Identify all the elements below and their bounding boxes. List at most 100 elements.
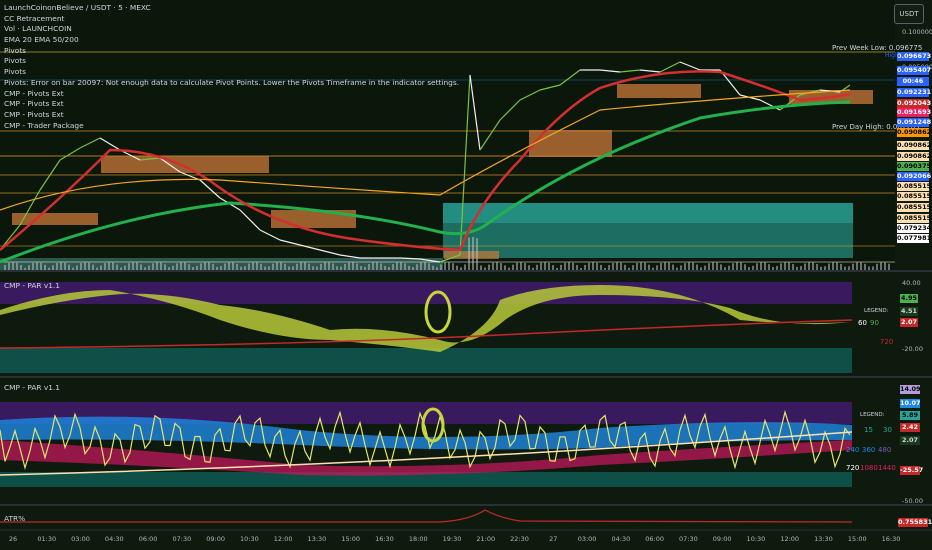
overlay-item[interactable]: CMP - Pivots Ext — [4, 99, 459, 110]
volume-bar — [456, 265, 458, 270]
volume-bar — [492, 262, 494, 270]
volume-bar — [720, 264, 722, 270]
volume-bar — [724, 267, 726, 270]
volume-bar — [488, 264, 490, 270]
volume-bar — [96, 267, 98, 270]
volume-bar — [476, 238, 478, 270]
time-tick: 07:30 — [679, 535, 698, 543]
volume-bar — [832, 262, 834, 270]
volume-bar — [204, 262, 206, 270]
volume-bar — [828, 263, 830, 270]
price-tag: 0.077981 — [897, 234, 932, 243]
overlay-item[interactable]: Pivots — [4, 56, 459, 67]
overlay-item[interactable]: Vol · LAUNCHCOIN — [4, 24, 459, 35]
overlay-error[interactable]: Pivots: Error on bar 20097: Not enough d… — [4, 78, 459, 89]
volume-bar — [604, 267, 606, 270]
volume-bar — [324, 262, 326, 270]
volume-bar — [516, 262, 518, 270]
volume-bar — [740, 262, 742, 270]
overlay-item[interactable]: CMP - Pivots Ext — [4, 110, 459, 121]
volume-bar — [404, 263, 406, 270]
overlay-item[interactable]: CMP - Pivots Ext — [4, 89, 459, 100]
volume-bar — [276, 262, 278, 270]
volume-bar — [120, 267, 122, 270]
volume-bar — [540, 262, 542, 270]
volume-bar — [700, 267, 702, 270]
volume-bar — [344, 263, 346, 270]
volume-bar — [180, 262, 182, 270]
overlay-item[interactable]: EMA 20 EMA 50/200 — [4, 35, 459, 46]
volume-bar — [52, 265, 54, 270]
time-tick: 04:30 — [104, 535, 124, 543]
volume-bar — [48, 267, 50, 270]
volume-bar — [572, 262, 574, 270]
volume-bar — [8, 262, 10, 270]
time-tick: 16:30 — [881, 535, 901, 543]
currency-button[interactable]: USDT — [894, 4, 924, 24]
time-tick: 21:00 — [476, 535, 496, 543]
volume-bar — [712, 262, 714, 270]
volume-bar — [824, 266, 826, 270]
volume-bar — [192, 266, 194, 270]
volume-bar — [56, 262, 58, 270]
volume-bar — [76, 265, 78, 270]
volume-bar — [368, 264, 370, 270]
volume-bar — [240, 266, 242, 270]
overlay-item[interactable]: Pivots — [4, 67, 459, 78]
atr-tag: 0.755831 — [898, 518, 932, 527]
volume-bar — [356, 263, 358, 270]
pane2-legend-e: 480 — [878, 446, 892, 454]
time-tick: 26 — [8, 535, 18, 543]
volume-bar — [664, 262, 666, 270]
volume-bar — [328, 262, 330, 270]
volume-bar — [196, 265, 198, 270]
pane1-tag: 2.07 — [900, 318, 918, 327]
volume-bar — [24, 267, 26, 270]
volume-bar — [332, 263, 334, 270]
symbol-title[interactable]: LaunchCoinonBelieve / USDT · 5 · MEXC — [4, 3, 459, 14]
volume-bar — [752, 265, 754, 270]
volume-bar — [292, 266, 294, 270]
pane2-legend-title: LEGEND: — [860, 412, 885, 418]
volume-bar — [88, 262, 90, 270]
volume-bar — [584, 265, 586, 270]
pane1-teal-zone — [0, 348, 852, 373]
volume-bar — [160, 262, 162, 270]
pane3-label[interactable]: ATR% — [4, 514, 25, 523]
volume-bar — [400, 262, 402, 270]
overlay-item[interactable]: CMP - Trader Package — [4, 121, 459, 132]
pane2-legend-f: 720 — [846, 464, 860, 472]
overlay-item[interactable]: Pivots — [4, 46, 459, 57]
price-tag: 0.085515 — [897, 214, 932, 223]
orange-zone — [617, 84, 701, 98]
volume-bar — [808, 262, 810, 270]
pane2-legend-a: 15 — [864, 426, 873, 434]
volume-bar — [312, 266, 314, 270]
time-tick: 10:30 — [746, 535, 766, 543]
volume-bar — [16, 262, 18, 270]
pane2-label[interactable]: CMP - PAR v1.1 — [4, 383, 60, 392]
volume-bar — [132, 262, 134, 270]
pane1-label[interactable]: CMP - PAR v1.1 — [4, 281, 60, 290]
volume-bar — [652, 267, 654, 270]
volume-bar — [520, 262, 522, 270]
volume-bar — [280, 262, 282, 270]
volume-bar — [340, 266, 342, 270]
volume-bar — [888, 263, 890, 270]
volume-bar — [420, 262, 422, 270]
volume-bar — [460, 267, 462, 270]
volume-bar — [536, 264, 538, 270]
volume-bar — [348, 262, 350, 270]
price-tag-label: High — [885, 52, 899, 59]
price-axis-top: 0.100000 — [902, 28, 932, 36]
volume-bar — [176, 263, 178, 270]
volume-bar — [728, 265, 730, 270]
overlay-item[interactable]: CC Retracement — [4, 14, 459, 25]
volume-bar — [188, 264, 190, 270]
volume-bar — [80, 263, 82, 270]
time-tick: 13:30 — [307, 535, 327, 543]
volume-bar — [432, 265, 434, 270]
volume-bar — [544, 262, 546, 270]
pane1-legend-c: 720 — [880, 338, 894, 346]
volume-bar — [788, 262, 790, 270]
